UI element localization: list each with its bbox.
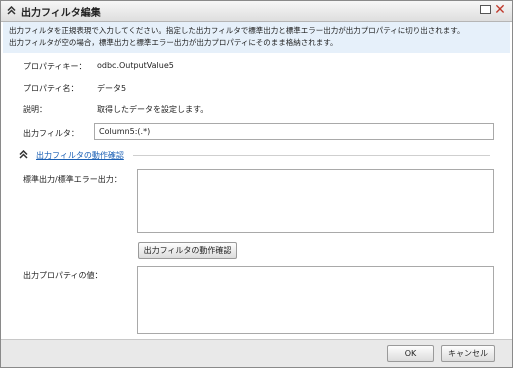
output-filter-label: 出力フィルタ：: [23, 129, 79, 138]
description-label: 説明：: [23, 105, 47, 114]
stdout-textarea[interactable]: [137, 169, 494, 233]
description-line: 出力フィルタが空の場合，標準出力と標準エラー出力が出力プロパティにそのまま格納さ…: [9, 38, 338, 47]
property-key-value: odbc.OutputValue5: [97, 61, 174, 70]
description-value: 取得したデータを設定します。: [97, 105, 209, 114]
output-value-textarea[interactable]: [137, 266, 494, 334]
description-line: 出力フィルタを正規表現で入力してください。指定した出力フィルタで標準出力と標準エ…: [9, 26, 465, 35]
title-bar: 出力フィルタ編集 ✕: [1, 1, 512, 22]
property-name-label: プロパティ名：: [23, 84, 79, 93]
check-filter-button[interactable]: 出力フィルタの動作確認: [138, 242, 237, 259]
description-banner: 出力フィルタを正規表現で入力してください。指定した出力フィルタで標準出力と標準エ…: [3, 22, 510, 53]
dialog-footer: OK キャンセル: [1, 339, 512, 367]
output-filter-input[interactable]: Column5:(.*): [94, 123, 494, 140]
section-divider: [133, 155, 490, 156]
property-name-value: データ5: [97, 84, 127, 93]
output-value-label: 出力プロパティの値：: [23, 271, 103, 280]
property-key-label: プロパティキー：: [23, 62, 87, 71]
stdout-label: 標準出力/標準エラー出力：: [23, 175, 122, 184]
double-chevron-up-icon[interactable]: [7, 6, 16, 15]
close-icon[interactable]: ✕: [493, 3, 507, 17]
double-chevron-up-icon[interactable]: [19, 150, 28, 159]
dialog-title: 出力フィルタ編集: [21, 8, 101, 19]
output-filter-dialog: 出力フィルタ編集 ✕ 出力フィルタを正規表現で入力してください。指定した出力フィ…: [0, 0, 513, 368]
maximize-icon[interactable]: [480, 5, 491, 14]
cancel-button[interactable]: キャンセル: [441, 345, 495, 362]
ok-button[interactable]: OK: [387, 345, 434, 362]
filter-check-section-toggle[interactable]: 出力フィルタの動作確認: [36, 150, 124, 161]
